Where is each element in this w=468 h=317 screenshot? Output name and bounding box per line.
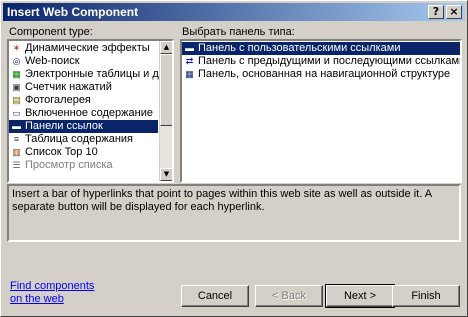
included-content-icon: ▭ [12,108,21,118]
spreadsheet-icon: ▦ [12,69,21,79]
close-button[interactable]: × [446,5,462,19]
description-text: Insert a bar of hyperlinks that point to… [12,188,432,213]
next-button[interactable]: Next > [325,284,395,308]
back-next-bar-icon: ⇄ [185,56,194,66]
nav-structure-bar-icon: ▦ [185,69,194,79]
search-icon: ◎ [12,56,21,66]
link-bars-icon: ▬ [12,121,21,131]
bar-type-item[interactable]: ▦ Панель, основанная на навигационной стр… [182,68,460,81]
component-item-label: Фотогалерея [25,94,91,106]
title-bar: Insert Web Component ? × [3,3,465,21]
back-button[interactable]: < Back [255,285,323,307]
component-item[interactable]: ▣ Счетчик нажатий [9,81,158,94]
component-item-label: Просмотр списка [25,159,113,171]
component-item[interactable]: ✶ Динамические эффекты [9,42,158,55]
component-item[interactable]: ◎ Web-поиск [9,55,158,68]
component-item-label: Список Top 10 [25,146,98,158]
bar-type-item[interactable]: ▬ Панель с пользовательскими ссылками [182,42,460,55]
hit-counter-icon: ▣ [12,82,21,92]
custom-links-bar-icon: ▬ [185,43,194,53]
find-components-link[interactable]: Find components [10,280,94,292]
bar-type-item[interactable]: ⇄ Панель с предыдущими и последующими ссы… [182,55,460,68]
bar-type-list[interactable]: ▬ Панель с пользовательскими ссылками ⇄ Пан… [180,39,462,183]
finish-button[interactable]: Finish [392,285,460,307]
component-item-label: Счетчик нажатий [25,81,112,93]
dialog-title: Insert Web Component [7,5,139,19]
component-item-label: Таблица содержания [25,133,133,145]
component-item-label: Web-поиск [25,55,80,67]
scroll-thumb[interactable] [160,54,172,126]
bar-type-item-label: Панель, основанная на навигационной стру… [198,68,451,80]
top-ten-icon: ▥ [12,147,21,157]
photo-gallery-icon: ▤ [12,95,21,105]
component-item[interactable]: ▤ Фотогалерея [9,94,158,107]
effects-icon: ✶ [12,43,21,53]
component-type-label: Component type: [9,26,93,38]
component-list-scrollbar[interactable]: ▲ ▼ [159,41,172,181]
cancel-button[interactable]: Cancel [181,285,249,307]
bar-type-item-label: Панель с предыдущими и последующими ссыл… [198,55,462,67]
scroll-up-button[interactable]: ▲ [160,41,172,54]
table-of-contents-icon: ≡ [13,134,20,144]
component-item[interactable]: ▥ Список Top 10 [9,146,158,159]
component-item[interactable]: ▬ Панели ссылок [9,120,158,133]
component-type-list[interactable]: ✶ Динамические эффекты ◎ Web-поиск ▦ Электрон… [7,39,174,183]
component-item[interactable]: ☰ Просмотр списка [9,159,158,172]
component-item-label: Включенное содержание [25,107,153,119]
insert-web-component-dialog: Insert Web Component ? × Component type:… [0,0,468,317]
list-view-icon: ☰ [12,160,21,170]
component-item-label: Электронные таблицы и диаграммы [25,68,172,80]
on-the-web-link[interactable]: on the web [10,293,64,305]
component-description: Insert a bar of hyperlinks that point to… [7,184,461,242]
component-item-label: Панели ссылок [25,120,103,132]
component-item[interactable]: ▦ Электронные таблицы и диаграммы [9,68,172,81]
choose-bar-type-label: Выбрать панель типа: [182,26,295,38]
component-item[interactable]: ▭ Включенное содержание [9,107,158,120]
bar-type-item-label: Панель с пользовательскими ссылками [198,42,401,54]
component-item-label: Динамические эффекты [25,42,150,54]
scroll-down-button[interactable]: ▼ [160,168,172,181]
help-button[interactable]: ? [428,5,444,19]
component-item[interactable]: ≡ Таблица содержания [9,133,158,146]
